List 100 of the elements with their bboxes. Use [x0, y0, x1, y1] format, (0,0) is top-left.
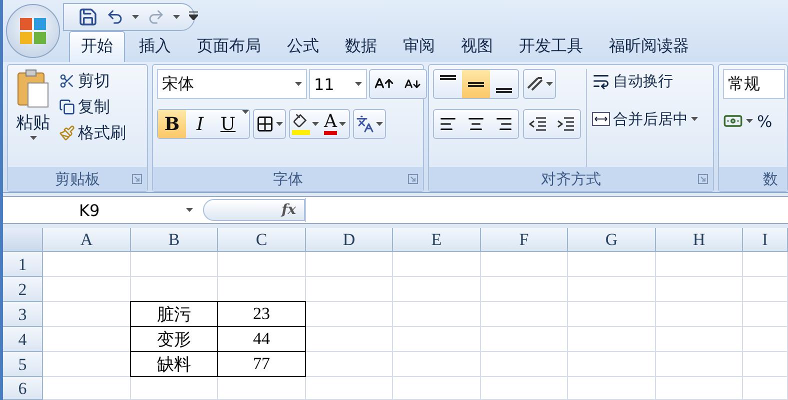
empty-cell[interactable] [481, 327, 568, 352]
redo-icon[interactable] [147, 8, 165, 26]
empty-cell[interactable] [306, 302, 393, 327]
caret-icon[interactable] [242, 110, 249, 114]
save-icon[interactable] [78, 7, 98, 27]
name-box[interactable]: K9 [3, 198, 203, 222]
caret-icon[interactable] [691, 117, 698, 121]
empty-cell[interactable] [393, 277, 481, 302]
font-style-button[interactable]: I [186, 110, 214, 138]
row-header[interactable]: 4 [3, 327, 43, 352]
caret-icon[interactable] [355, 82, 362, 86]
empty-cell[interactable] [656, 377, 743, 400]
caret-icon[interactable] [132, 15, 139, 19]
column-header[interactable]: I [743, 228, 788, 252]
ribbon-tab[interactable]: 开发工具 [507, 31, 595, 62]
font-style-button[interactable]: U [214, 110, 242, 138]
empty-cell[interactable] [743, 352, 788, 377]
caret-icon[interactable] [276, 122, 283, 126]
empty-cell[interactable] [131, 252, 218, 277]
caret-icon[interactable] [339, 122, 346, 126]
empty-cell[interactable] [481, 352, 568, 377]
insert-function-button[interactable]: fx [203, 199, 305, 221]
column-header[interactable]: B [131, 228, 218, 252]
empty-cell[interactable] [306, 277, 393, 302]
empty-cell[interactable] [306, 252, 393, 277]
row-header[interactable]: 2 [3, 277, 43, 302]
column-header[interactable]: G [568, 228, 656, 252]
empty-cell[interactable] [393, 352, 481, 377]
wrap-text-button[interactable]: 自动换行 [592, 69, 698, 93]
empty-cell[interactable] [481, 377, 568, 400]
empty-cell[interactable] [743, 277, 788, 302]
empty-cell[interactable] [393, 252, 481, 277]
caret-icon[interactable] [746, 119, 753, 123]
column-header[interactable]: C [218, 228, 306, 252]
empty-cell[interactable] [656, 352, 743, 377]
dialog-launcher-icon[interactable] [408, 174, 418, 184]
font-name-field[interactable]: 宋体 [157, 69, 307, 99]
column-header[interactable]: A [43, 228, 131, 252]
percent-button[interactable]: % [757, 109, 772, 133]
row-header[interactable]: 6 [3, 377, 43, 400]
empty-cell[interactable] [306, 327, 393, 352]
vertical-align-button[interactable] [462, 70, 490, 98]
caret-icon[interactable] [376, 122, 383, 126]
empty-cell[interactable] [743, 327, 788, 352]
paste-button[interactable]: 粘贴 [12, 69, 54, 167]
empty-cell[interactable] [743, 377, 788, 400]
caret-icon[interactable] [173, 15, 180, 19]
dialog-launcher-icon[interactable] [132, 174, 142, 184]
caret-icon[interactable] [30, 136, 36, 140]
empty-cell[interactable] [218, 377, 306, 400]
empty-cell[interactable] [568, 377, 656, 400]
cut-button[interactable]: 剪切 [59, 69, 126, 93]
empty-cell[interactable] [568, 302, 656, 327]
empty-cell[interactable] [481, 277, 568, 302]
column-header[interactable]: F [481, 228, 568, 252]
empty-cell[interactable] [656, 277, 743, 302]
font-size-field[interactable]: 11 [309, 69, 367, 99]
merge-center-button[interactable]: 合并后居中 [592, 107, 698, 131]
column-header[interactable]: E [393, 228, 481, 252]
empty-cell[interactable] [743, 302, 788, 327]
empty-cell[interactable] [568, 352, 656, 377]
empty-cell[interactable] [743, 252, 788, 277]
empty-cell[interactable] [656, 302, 743, 327]
ribbon-tab[interactable]: 公式 [275, 31, 331, 62]
empty-cell[interactable] [656, 327, 743, 352]
select-all-corner[interactable] [3, 228, 43, 252]
empty-cell[interactable] [306, 377, 393, 400]
row-header[interactable]: 3 [3, 302, 43, 327]
empty-cell[interactable] [568, 252, 656, 277]
column-header[interactable]: D [306, 228, 393, 252]
dialog-launcher-icon[interactable] [698, 174, 708, 184]
empty-cell[interactable] [481, 252, 568, 277]
ribbon-tab[interactable]: 数据 [333, 31, 389, 62]
empty-cell[interactable] [568, 277, 656, 302]
empty-cell[interactable] [306, 352, 393, 377]
empty-cell[interactable] [481, 302, 568, 327]
caret-icon[interactable] [546, 82, 553, 86]
copy-button[interactable]: 复制 [59, 95, 126, 119]
font-style-button[interactable]: B [158, 110, 186, 138]
ribbon-tab[interactable]: 插入 [127, 31, 183, 62]
customize-toolbar-icon[interactable] [189, 11, 198, 20]
caret-icon[interactable] [295, 82, 302, 86]
empty-cell[interactable] [393, 327, 481, 352]
row-header[interactable]: 1 [3, 252, 43, 277]
undo-icon[interactable] [106, 8, 124, 26]
ribbon-tab[interactable]: 视图 [449, 31, 505, 62]
column-header[interactable]: H [656, 228, 743, 252]
office-button[interactable] [6, 4, 60, 58]
empty-cell[interactable] [218, 252, 306, 277]
ribbon-tab[interactable]: 审阅 [391, 31, 447, 62]
row-header[interactable]: 5 [3, 352, 43, 377]
caret-icon[interactable] [312, 122, 319, 126]
empty-cell[interactable] [131, 377, 218, 400]
ribbon-tab[interactable]: 开始 [69, 31, 125, 62]
empty-cell[interactable] [656, 252, 743, 277]
caret-icon[interactable] [186, 208, 193, 212]
empty-cell[interactable] [568, 327, 656, 352]
ribbon-tab[interactable]: 福昕阅读器 [597, 31, 701, 62]
empty-cell[interactable] [393, 302, 481, 327]
number-format-field[interactable]: 常规 [723, 69, 785, 99]
